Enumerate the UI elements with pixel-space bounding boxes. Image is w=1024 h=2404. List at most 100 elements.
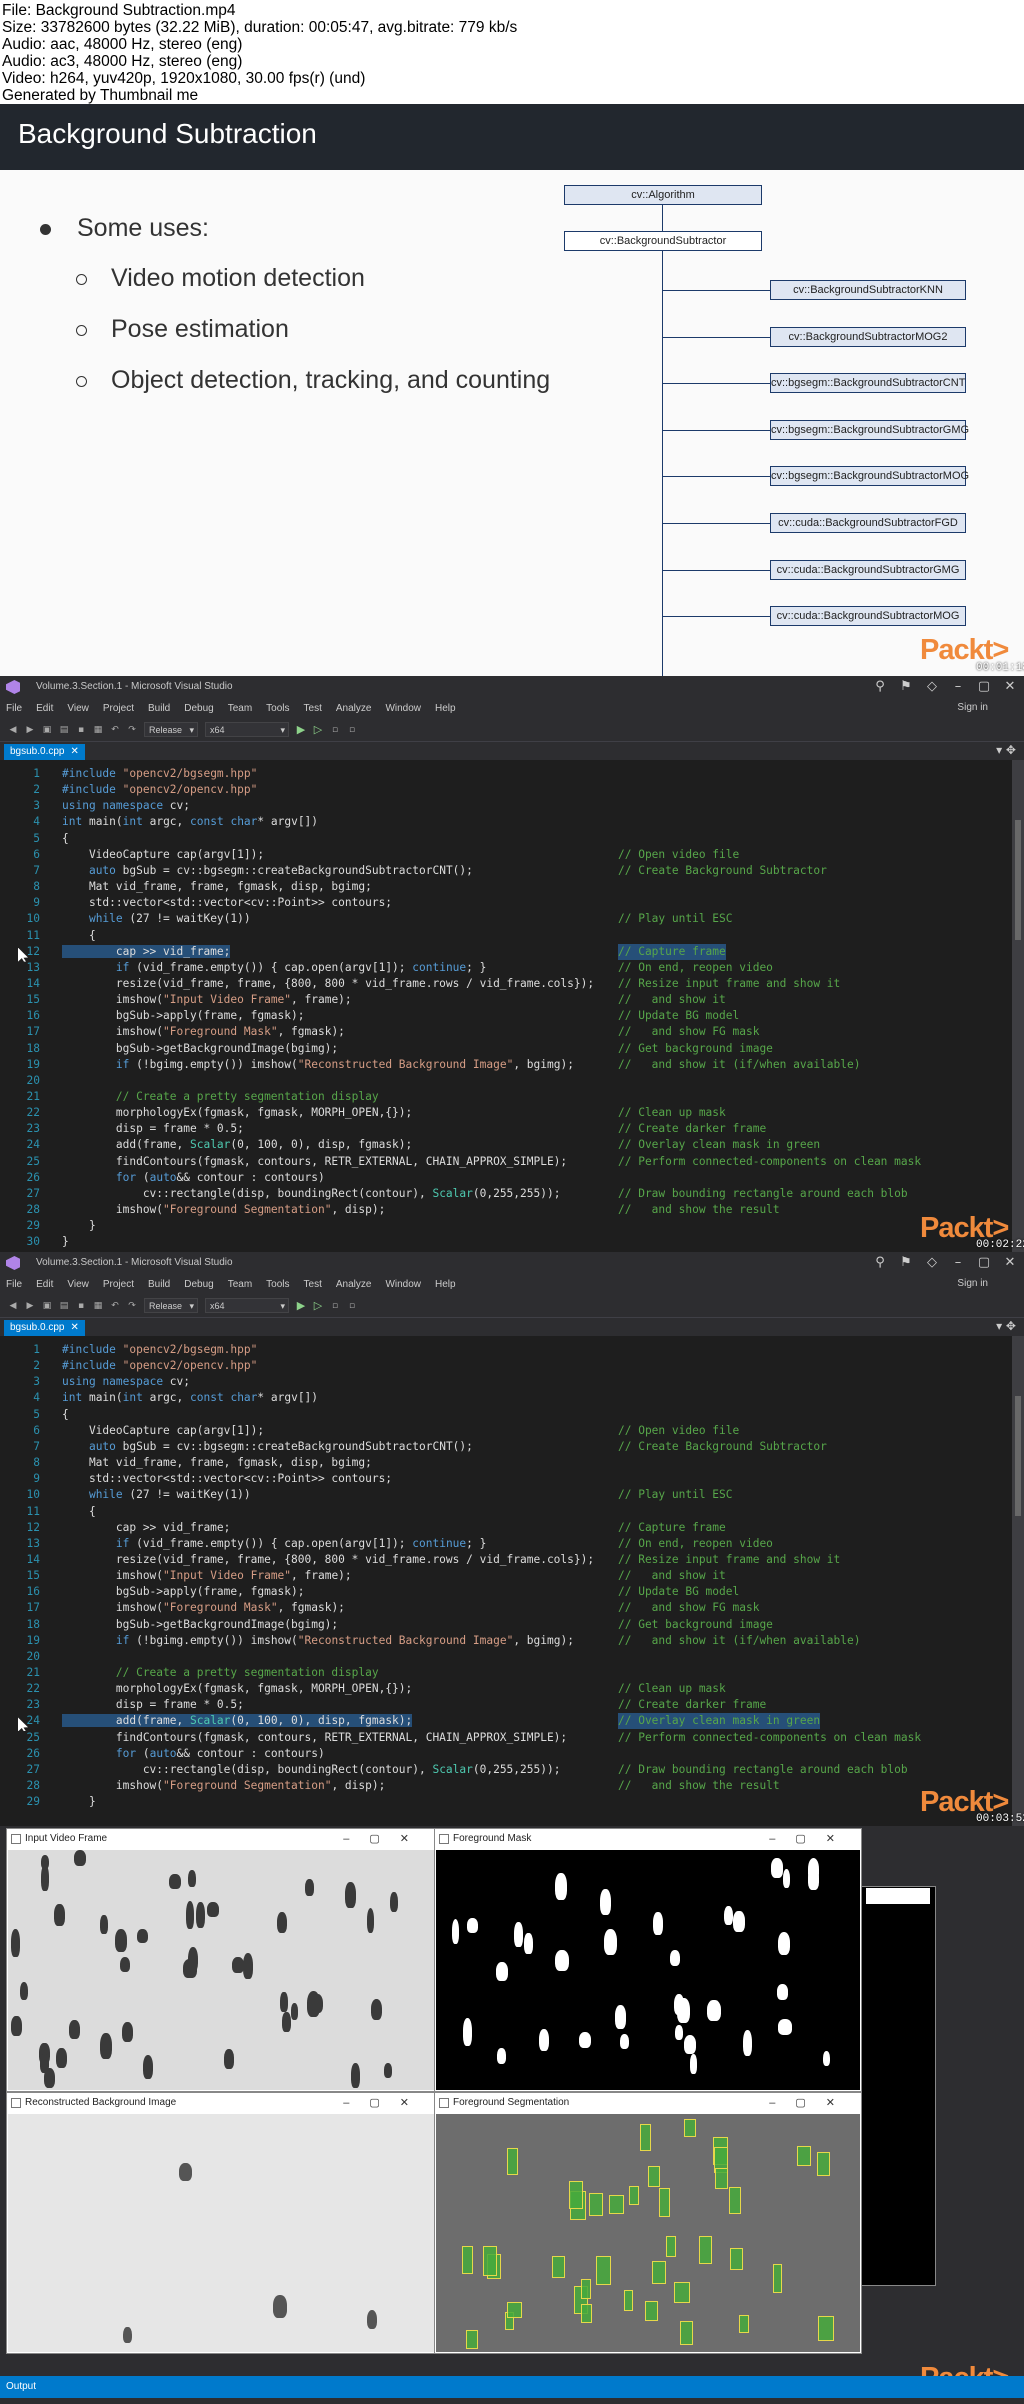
quick-launch-icon[interactable]: ◇ bbox=[924, 1254, 940, 1272]
start-without-debugging-icon[interactable]: ▷ bbox=[313, 724, 323, 735]
sign-in-link[interactable]: Sign in bbox=[957, 1278, 988, 1289]
platform-select[interactable]: x64 bbox=[205, 1298, 289, 1313]
code-line[interactable]: 5{ bbox=[0, 1407, 1010, 1423]
maximize-icon[interactable]: ▢ bbox=[976, 1254, 992, 1272]
foreground-segmentation-window[interactable]: Foreground Segmentation –▢✕ bbox=[434, 2092, 862, 2354]
code-line[interactable]: 21 // Create a pretty segmentation displ… bbox=[0, 1665, 1010, 1681]
menu-window[interactable]: Window bbox=[385, 1279, 421, 1290]
menu-edit[interactable]: Edit bbox=[36, 1279, 53, 1290]
scrollbar-thumb[interactable] bbox=[1015, 1396, 1021, 1516]
undo-icon[interactable]: ↶ bbox=[110, 725, 120, 735]
code-line[interactable]: 26 for (auto&& contour : contours) bbox=[0, 1170, 1010, 1186]
code-line[interactable]: 29 } bbox=[0, 1794, 1010, 1810]
open-icon[interactable]: ▤ bbox=[59, 725, 69, 735]
redo-icon[interactable]: ↷ bbox=[127, 1301, 137, 1311]
code-line[interactable]: 17 imshow("Foreground Mask", fgmask); // … bbox=[0, 1600, 1010, 1616]
back-icon[interactable]: ◀ bbox=[8, 1301, 18, 1311]
forward-icon[interactable]: ▶ bbox=[25, 1301, 35, 1311]
code-editor[interactable]: 1 #include "opencv2/bgsegm.hpp" 2 #include … bbox=[0, 1336, 1024, 1826]
code-line[interactable]: 29 } bbox=[0, 1218, 1010, 1234]
code-line[interactable]: 11 { bbox=[0, 928, 1010, 944]
code-line[interactable]: 8 Mat vid_frame, frame, fgmask, disp, bg… bbox=[0, 1455, 1010, 1471]
code-line[interactable]: 11 { bbox=[0, 1504, 1010, 1520]
code-line[interactable]: 1 #include "opencv2/bgsegm.hpp" bbox=[0, 766, 1010, 782]
start-debugging-icon[interactable]: ▶ bbox=[296, 724, 306, 735]
code-line[interactable]: 16 bgSub->apply(frame, fgmask); // Update… bbox=[0, 1008, 1010, 1024]
tab-bgsub-cpp[interactable]: bgsub.0.cpp ✕ bbox=[4, 1320, 85, 1336]
code-line[interactable]: 30} bbox=[0, 1234, 1010, 1250]
tab-bgsub-cpp[interactable]: bgsub.0.cpp ✕ bbox=[4, 744, 85, 760]
code-line[interactable]: 13 if (vid_frame.empty()) { cap.open(arg… bbox=[0, 960, 1010, 976]
code-line[interactable]: 3 using namespace cv; bbox=[0, 798, 1010, 814]
notification-icon[interactable]: ⚑ bbox=[898, 1254, 914, 1272]
window-controls[interactable]: –▢✕ bbox=[769, 2093, 855, 2113]
code-line[interactable]: 23 disp = frame * 0.5; // Create darker f… bbox=[0, 1121, 1010, 1137]
menu-test[interactable]: Test bbox=[304, 1279, 322, 1290]
menu-help[interactable]: Help bbox=[435, 703, 456, 714]
new-project-icon[interactable]: ▣ bbox=[42, 725, 52, 735]
code-line[interactable]: 18 bgSub->getBackgroundImage(bgimg); // G… bbox=[0, 1041, 1010, 1057]
open-icon[interactable]: ▤ bbox=[59, 1301, 69, 1311]
window-controls[interactable]: –▢✕ bbox=[343, 1829, 429, 1849]
code-line[interactable]: 22 morphologyEx(fgmask, fgmask, MORPH_OP… bbox=[0, 1681, 1010, 1697]
code-line[interactable]: 10 while (27 != waitKey(1)) // Play until… bbox=[0, 911, 1010, 927]
code-line[interactable]: 24 add(frame, Scalar(0, 100, 0), disp, f… bbox=[0, 1137, 1010, 1153]
menu-team[interactable]: Team bbox=[228, 703, 252, 714]
minimize-icon[interactable]: – bbox=[950, 1254, 966, 1272]
code-line[interactable]: 25 findContours(fgmask, contours, RETR_E… bbox=[0, 1730, 1010, 1746]
toolbar-icon[interactable]: ▫ bbox=[330, 725, 340, 735]
code-line[interactable]: 15 imshow("Input Video Frame", frame); //… bbox=[0, 992, 1010, 1008]
menu-help[interactable]: Help bbox=[435, 1279, 456, 1290]
code-line[interactable]: 14 resize(vid_frame, frame, {800, 800 * … bbox=[0, 1552, 1010, 1568]
menu-window[interactable]: Window bbox=[385, 703, 421, 714]
menu-tools[interactable]: Tools bbox=[266, 703, 289, 714]
code-line[interactable]: 6 VideoCapture cap(argv[1]); // Open vide… bbox=[0, 847, 1010, 863]
sign-in-link[interactable]: Sign in bbox=[957, 702, 988, 713]
menu-build[interactable]: Build bbox=[148, 1279, 170, 1290]
scrollbar-thumb[interactable] bbox=[1015, 820, 1021, 940]
save-icon[interactable]: ▪ bbox=[76, 725, 86, 735]
code-line[interactable]: 4 int main(int argc, const char* argv[]) bbox=[0, 1390, 1010, 1406]
code-line[interactable]: 27 cv::rectangle(disp, boundingRect(cont… bbox=[0, 1186, 1010, 1202]
code-line[interactable]: 25 findContours(fgmask, contours, RETR_E… bbox=[0, 1154, 1010, 1170]
filter-icon[interactable]: ⚲ bbox=[872, 1254, 888, 1272]
menu-file[interactable]: File bbox=[6, 1279, 22, 1290]
menu-test[interactable]: Test bbox=[304, 703, 322, 714]
code-line[interactable]: 1 #include "opencv2/bgsegm.hpp" bbox=[0, 1342, 1010, 1358]
code-line[interactable]: 15 imshow("Input Video Frame", frame); //… bbox=[0, 1568, 1010, 1584]
code-line[interactable]: 27 cv::rectangle(disp, boundingRect(cont… bbox=[0, 1762, 1010, 1778]
toolbar-icon[interactable]: ▫ bbox=[347, 1301, 357, 1311]
menu-debug[interactable]: Debug bbox=[184, 703, 213, 714]
code-line[interactable]: 8 Mat vid_frame, frame, fgmask, disp, bg… bbox=[0, 879, 1010, 895]
code-line[interactable]: 9 std::vector<std::vector<cv::Point>> co… bbox=[0, 1471, 1010, 1487]
menu-project[interactable]: Project bbox=[103, 703, 134, 714]
code-line[interactable]: 19 if (!bgimg.empty()) imshow("Reconstru… bbox=[0, 1633, 1010, 1649]
save-icon[interactable]: ▪ bbox=[76, 1301, 86, 1311]
toolbar-icon[interactable]: ▫ bbox=[330, 1301, 340, 1311]
tab-tools-icon[interactable]: ▾ ✥ bbox=[996, 743, 1016, 757]
start-without-debugging-icon[interactable]: ▷ bbox=[313, 1300, 323, 1311]
code-line[interactable]: 7 auto bgSub = cv::bgsegm::createBackgro… bbox=[0, 863, 1010, 879]
menu-analyze[interactable]: Analyze bbox=[336, 1279, 372, 1290]
code-line[interactable]: 21 // Create a pretty segmentation displ… bbox=[0, 1089, 1010, 1105]
code-line[interactable]: 19 if (!bgimg.empty()) imshow("Reconstru… bbox=[0, 1057, 1010, 1073]
input-video-frame-window[interactable]: Input Video Frame –▢✕ bbox=[6, 1828, 436, 2092]
undo-icon[interactable]: ↶ bbox=[110, 1301, 120, 1311]
code-line[interactable]: 5{ bbox=[0, 831, 1010, 847]
tab-tools-icon[interactable]: ▾ ✥ bbox=[996, 1319, 1016, 1333]
notification-icon[interactable]: ⚑ bbox=[898, 678, 914, 696]
tab-close-icon[interactable]: ✕ bbox=[71, 1322, 79, 1333]
code-line[interactable]: 7 auto bgSub = cv::bgsegm::createBackgro… bbox=[0, 1439, 1010, 1455]
menu-team[interactable]: Team bbox=[228, 1279, 252, 1290]
configuration-select[interactable]: Release bbox=[144, 722, 198, 737]
toolbar-icon[interactable]: ▫ bbox=[347, 725, 357, 735]
code-line[interactable]: 12 cap >> vid_frame; // Capture frame bbox=[0, 1520, 1010, 1536]
quick-launch-icon[interactable]: ◇ bbox=[924, 678, 940, 696]
menu-build[interactable]: Build bbox=[148, 703, 170, 714]
redo-icon[interactable]: ↷ bbox=[127, 725, 137, 735]
code-line[interactable]: 23 disp = frame * 0.5; // Create darker f… bbox=[0, 1697, 1010, 1713]
code-line[interactable]: 14 resize(vid_frame, frame, {800, 800 * … bbox=[0, 976, 1010, 992]
code-line[interactable]: 22 morphologyEx(fgmask, fgmask, MORPH_OP… bbox=[0, 1105, 1010, 1121]
maximize-icon[interactable]: ▢ bbox=[976, 678, 992, 696]
code-line[interactable]: 16 bgSub->apply(frame, fgmask); // Update… bbox=[0, 1584, 1010, 1600]
